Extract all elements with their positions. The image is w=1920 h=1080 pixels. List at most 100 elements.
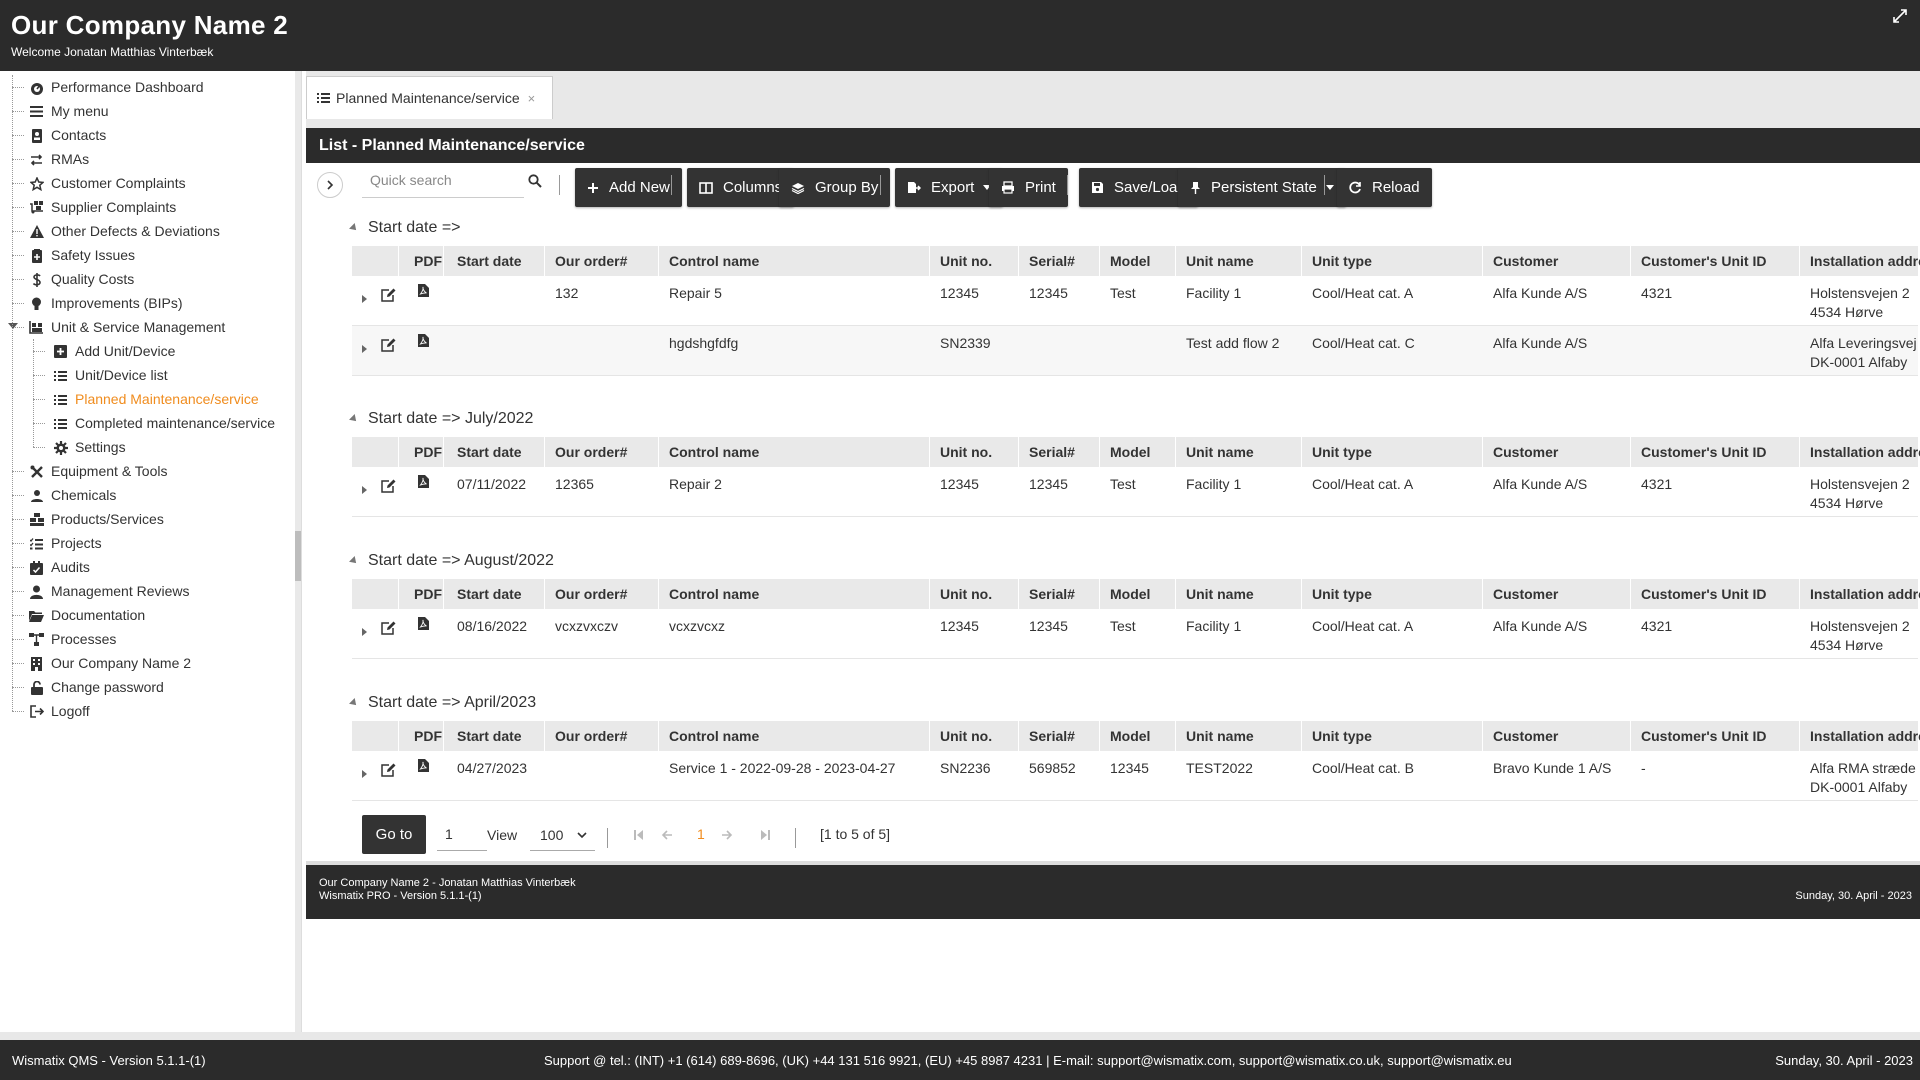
next-page-icon[interactable] <box>721 829 733 841</box>
sidebar-item[interactable]: Logoff <box>0 699 296 723</box>
sidebar-item[interactable]: Processes <box>0 627 296 651</box>
column-header[interactable]: Model <box>1110 444 1150 460</box>
column-header[interactable]: Installation address <box>1810 253 1920 269</box>
fullscreen-icon[interactable] <box>1892 8 1908 24</box>
table-row[interactable]: 07/11/2022 12365 Repair 2 12345 12345 Test Fac… <box>352 467 1918 517</box>
column-header[interactable]: Unit type <box>1312 444 1372 460</box>
row-expand-icon[interactable] <box>362 628 367 636</box>
column-divider[interactable] <box>929 579 930 609</box>
column-divider[interactable] <box>1799 437 1800 467</box>
column-header[interactable]: Installation address <box>1810 444 1920 460</box>
column-header[interactable]: Unit type <box>1312 728 1372 744</box>
add-new-button[interactable]: Add New <box>575 168 682 207</box>
sidebar-item[interactable]: Quality Costs <box>0 267 296 291</box>
sidebar-item[interactable]: Unit/Device list <box>0 363 296 387</box>
sidebar-item[interactable]: Products/Services <box>0 507 296 531</box>
column-header[interactable]: Customer <box>1493 253 1558 269</box>
column-divider[interactable] <box>443 721 444 751</box>
column-divider[interactable] <box>1018 579 1019 609</box>
sidebar-item[interactable]: Performance Dashboard <box>0 75 296 99</box>
column-divider[interactable] <box>1630 437 1631 467</box>
column-divider[interactable] <box>1301 246 1302 276</box>
column-header[interactable]: Control name <box>669 253 759 269</box>
column-header[interactable]: Our order# <box>555 586 627 602</box>
column-divider[interactable] <box>658 437 659 467</box>
column-header[interactable]: Unit name <box>1186 586 1254 602</box>
persistent-state-button[interactable]: Persistent State <box>1178 168 1346 207</box>
collapse-triangle-icon[interactable] <box>349 414 359 424</box>
column-divider[interactable] <box>1301 579 1302 609</box>
column-header[interactable]: Control name <box>669 728 759 744</box>
column-header[interactable]: Unit name <box>1186 253 1254 269</box>
sidebar-item[interactable]: Our Company Name 2 <box>0 651 296 675</box>
group-header[interactable]: Start date => April/2023 <box>349 692 536 714</box>
row-expand-icon[interactable] <box>362 486 367 494</box>
column-divider[interactable] <box>1482 246 1483 276</box>
column-header[interactable]: Our order# <box>555 253 627 269</box>
column-header[interactable]: Unit type <box>1312 253 1372 269</box>
row-expand-icon[interactable] <box>362 770 367 778</box>
column-divider[interactable] <box>398 579 399 609</box>
column-divider[interactable] <box>1099 246 1100 276</box>
column-divider[interactable] <box>398 246 399 276</box>
search-icon[interactable] <box>528 174 542 188</box>
column-divider[interactable] <box>1175 579 1176 609</box>
column-divider[interactable] <box>1175 246 1176 276</box>
pdf-icon[interactable] <box>418 284 429 297</box>
column-divider[interactable] <box>1630 579 1631 609</box>
column-header[interactable]: Control name <box>669 444 759 460</box>
column-header[interactable]: Customer's Unit ID <box>1641 728 1766 744</box>
sidebar-item[interactable]: Customer Complaints <box>0 171 296 195</box>
first-page-icon[interactable] <box>633 829 644 841</box>
toggle-filter-button[interactable] <box>317 172 343 198</box>
page-number-input[interactable]: 1 <box>437 821 487 851</box>
group-header[interactable]: Start date => August/2022 <box>349 550 554 572</box>
column-divider[interactable] <box>544 246 545 276</box>
goto-button[interactable]: Go to <box>362 815 426 854</box>
sidebar-item[interactable]: My menu <box>0 99 296 123</box>
column-divider[interactable] <box>443 579 444 609</box>
tab-close-icon[interactable]: × <box>528 91 536 106</box>
column-divider[interactable] <box>1799 579 1800 609</box>
column-divider[interactable] <box>1099 579 1100 609</box>
edit-icon[interactable] <box>381 621 396 635</box>
sidebar-item[interactable]: Management Reviews <box>0 579 296 603</box>
sidebar-item[interactable]: Other Defects & Deviations <box>0 219 296 243</box>
sidebar-item[interactable]: Chemicals <box>0 483 296 507</box>
edit-icon[interactable] <box>381 479 396 493</box>
column-header[interactable]: Unit name <box>1186 444 1254 460</box>
edit-icon[interactable] <box>381 288 396 302</box>
column-divider[interactable] <box>1175 721 1176 751</box>
column-divider[interactable] <box>1175 437 1176 467</box>
column-header[interactable]: Customer <box>1493 586 1558 602</box>
table-row[interactable]: 04/27/2023 Service 1 - 2022-09-28 - 2023-… <box>352 751 1920 801</box>
column-divider[interactable] <box>398 721 399 751</box>
edit-icon[interactable] <box>381 763 396 777</box>
column-header[interactable]: Our order# <box>555 728 627 744</box>
sidebar-item[interactable]: Improvements (BIPs) <box>0 291 296 315</box>
column-header[interactable]: Control name <box>669 586 759 602</box>
column-header[interactable]: Unit no. <box>940 728 992 744</box>
edit-icon[interactable] <box>381 338 396 352</box>
column-divider[interactable] <box>1099 721 1100 751</box>
column-divider[interactable] <box>1799 721 1800 751</box>
column-header[interactable]: Model <box>1110 586 1150 602</box>
column-header[interactable]: Customer's Unit ID <box>1641 253 1766 269</box>
column-header[interactable]: Start date <box>457 444 522 460</box>
column-header[interactable]: PDF <box>414 253 442 269</box>
column-divider[interactable] <box>1018 437 1019 467</box>
column-header[interactable]: Customer's Unit ID <box>1641 586 1766 602</box>
sidebar-item[interactable]: Audits <box>0 555 296 579</box>
pdf-icon[interactable] <box>418 617 429 630</box>
column-divider[interactable] <box>1301 721 1302 751</box>
table-row[interactable]: 132 Repair 5 12345 12345 Test Facility 1 Cool/… <box>352 276 1918 326</box>
column-header[interactable]: Serial# <box>1029 253 1075 269</box>
last-page-icon[interactable] <box>760 829 771 841</box>
column-header[interactable]: PDF <box>414 444 442 460</box>
column-header[interactable]: Serial# <box>1029 444 1075 460</box>
collapse-triangle-icon[interactable] <box>349 556 359 566</box>
column-divider[interactable] <box>1482 579 1483 609</box>
column-divider[interactable] <box>1301 437 1302 467</box>
sidebar-item[interactable]: Documentation <box>0 603 296 627</box>
sidebar-item[interactable]: Unit & Service Management <box>0 315 296 339</box>
